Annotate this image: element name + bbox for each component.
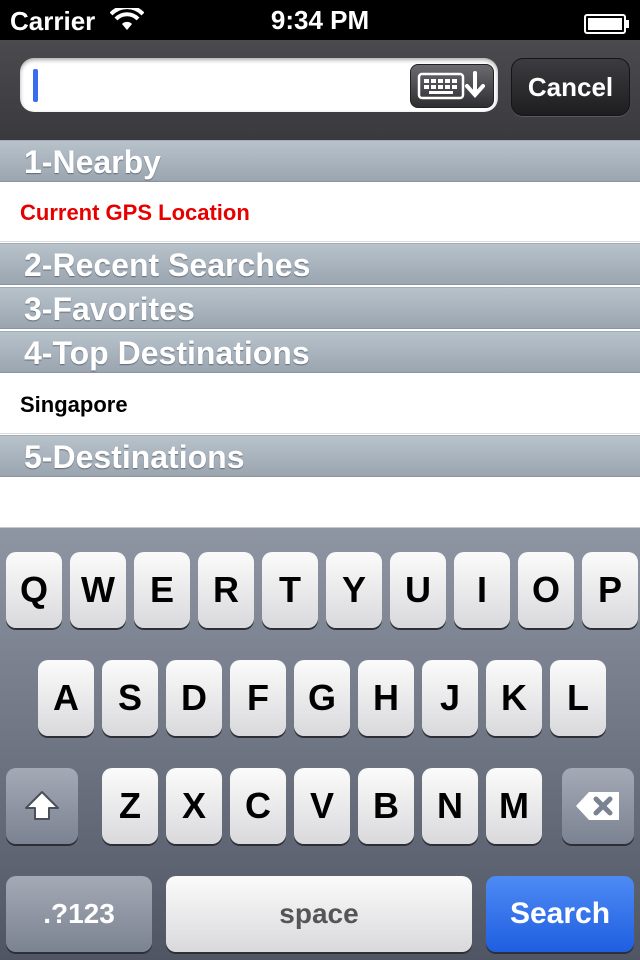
battery-icon — [584, 10, 630, 34]
numbers-key[interactable]: .?123 — [6, 876, 152, 952]
status-time: 9:34 PM — [270, 5, 370, 35]
section-header-recent-searches: 2-Recent Searches — [0, 243, 640, 285]
section-header-favorites: 3-Favorites — [0, 287, 640, 329]
search-key[interactable]: Search — [486, 876, 634, 952]
key-h[interactable]: H — [358, 660, 414, 736]
keyboard-dismiss-icon[interactable] — [410, 64, 494, 108]
key-q[interactable]: Q — [6, 552, 62, 628]
key-d[interactable]: D — [166, 660, 222, 736]
key-s[interactable]: S — [102, 660, 158, 736]
key-t[interactable]: T — [262, 552, 318, 628]
key-r[interactable]: R — [198, 552, 254, 628]
key-b[interactable]: B — [358, 768, 414, 844]
shift-key[interactable] — [6, 768, 78, 844]
key-i[interactable]: I — [454, 552, 510, 628]
backspace-key[interactable] — [562, 768, 634, 844]
key-p[interactable]: P — [582, 552, 638, 628]
key-f[interactable]: F — [230, 660, 286, 736]
key-k[interactable]: K — [486, 660, 542, 736]
key-c[interactable]: C — [230, 768, 286, 844]
key-e[interactable]: E — [134, 552, 190, 628]
key-v[interactable]: V — [294, 768, 350, 844]
key-z[interactable]: Z — [102, 768, 158, 844]
key-w[interactable]: W — [70, 552, 126, 628]
status-bar: Carrier 9:34 PM — [0, 0, 640, 40]
empty-row — [0, 480, 640, 528]
list-item-current-gps-location[interactable]: Current GPS Location — [0, 184, 640, 242]
key-u[interactable]: U — [390, 552, 446, 628]
keyboard: Q W E R T Y U I O P A S D F G H J K L Z … — [0, 528, 640, 960]
space-key[interactable]: space — [166, 876, 472, 952]
key-j[interactable]: J — [422, 660, 478, 736]
section-header-nearby: 1-Nearby — [0, 140, 640, 182]
key-g[interactable]: G — [294, 660, 350, 736]
cancel-button[interactable]: Cancel — [511, 58, 630, 116]
key-m[interactable]: M — [486, 768, 542, 844]
key-n[interactable]: N — [422, 768, 478, 844]
search-input[interactable] — [34, 68, 418, 104]
key-l[interactable]: L — [550, 660, 606, 736]
list-item-singapore[interactable]: Singapore — [0, 376, 640, 434]
section-header-destinations: 5-Destinations — [0, 435, 640, 477]
key-o[interactable]: O — [518, 552, 574, 628]
search-field[interactable] — [20, 58, 498, 112]
section-header-top-destinations: 4-Top Destinations — [0, 331, 640, 373]
backspace-icon — [573, 792, 623, 834]
shift-icon — [22, 791, 62, 834]
key-a[interactable]: A — [38, 660, 94, 736]
key-x[interactable]: X — [166, 768, 222, 844]
key-y[interactable]: Y — [326, 552, 382, 628]
search-bar: Cancel — [0, 40, 640, 141]
